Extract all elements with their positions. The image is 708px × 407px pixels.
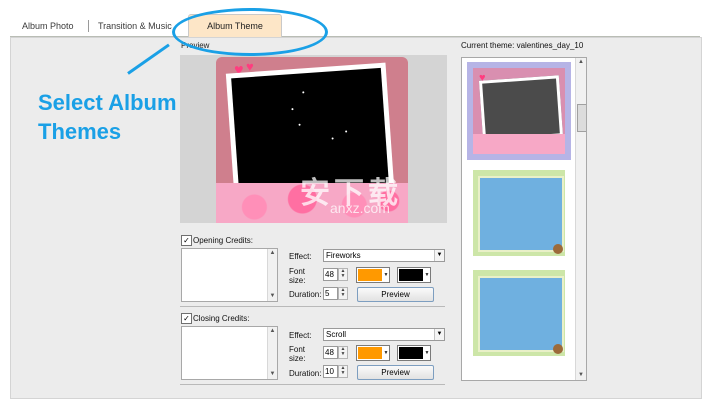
chevron-down-icon[interactable]: ▼ [383,346,389,360]
theme-preview: ♥ [473,68,565,154]
closing-text-color-picker[interactable]: ▼ [356,345,390,361]
closing-preview-button[interactable]: Preview [357,365,434,380]
closing-duration-stepper[interactable]: ▲ ▼ [338,365,348,378]
closing-duration-label: Duration: [289,369,322,378]
spark [331,137,334,140]
opening-duration-input[interactable]: 5 [323,287,338,300]
theme-thumbnail-selected[interactable]: ♥ [467,62,571,160]
closing-credits-checkbox[interactable]: ✓ [181,313,192,324]
closing-effect-value: Scroll [326,330,347,339]
opening-bg-color-picker[interactable]: ▼ [397,267,431,283]
color-swatch [358,269,382,281]
opening-font-size-stepper[interactable]: ▲ ▼ [338,268,348,281]
spark [302,91,305,94]
callout-line-2: Themes [38,119,122,144]
opening-effect-value: Fireworks [326,251,361,260]
callout-ellipse [172,8,328,56]
opening-credits-label: Opening Credits: [193,236,254,245]
scroll-down-icon[interactable]: ▼ [268,292,277,301]
closing-font-size-label: Font size: [289,345,306,363]
theme-thumbnail[interactable] [467,168,571,260]
scroll-down-icon[interactable]: ▼ [268,370,277,379]
opening-effect-label: Effect: [289,252,312,261]
section-divider [180,306,445,307]
color-swatch [399,269,423,281]
photo-placeholder [478,276,564,352]
tab-album-photo[interactable]: Album Photo [18,18,78,34]
closing-effect-select[interactable]: Scroll ▼ [323,328,445,341]
photo-placeholder [478,176,564,252]
opening-credits-scrollbar[interactable]: ▲ ▼ [267,249,277,301]
theme-preview [473,270,565,356]
opening-preview-button[interactable]: Preview [357,287,434,302]
chevron-down-icon[interactable]: ▼ [434,250,444,261]
chevron-down-icon[interactable]: ▼ [383,268,389,282]
opening-credits-checkbox[interactable]: ✓ [181,235,192,246]
spark [298,123,301,126]
chevron-down-icon[interactable]: ▼ [424,268,430,282]
snail-icon [553,344,563,354]
chevron-down-icon[interactable]: ▼ [434,329,444,340]
spark [291,108,294,111]
theme-list: ♥ ▲ ▼ [461,57,587,381]
theme-thumbnail[interactable] [467,268,571,360]
hearts-decoration [473,134,565,154]
heart-icon: ♥ [479,72,486,84]
opening-effect-select[interactable]: Fireworks ▼ [323,249,445,262]
tab-transition-music[interactable]: Transition & Music [94,18,176,34]
snail-icon [553,244,563,254]
tab-separator [88,20,89,32]
opening-duration-label: Duration: [289,290,322,299]
opening-text-color-picker[interactable]: ▼ [356,267,390,283]
current-theme-label: Current theme: valentines_day_10 [461,41,584,50]
opening-font-size-input[interactable]: 48 [323,268,338,281]
scrollbar-thumb[interactable] [577,104,586,132]
opening-duration-stepper[interactable]: ▲ ▼ [338,287,348,300]
section-divider [180,384,445,385]
theme-preview [473,170,565,256]
chevron-down-icon[interactable]: ▼ [424,346,430,360]
opening-credits-text[interactable]: ▲ ▼ [181,248,278,302]
scroll-up-icon[interactable]: ▲ [268,327,277,336]
scroll-up-icon[interactable]: ▲ [576,58,586,67]
closing-font-size-input[interactable]: 48 [323,346,338,359]
theme-list-scrollbar[interactable]: ▲ ▼ [575,58,586,380]
closing-effect-label: Effect: [289,331,312,340]
closing-credits-scrollbar[interactable]: ▲ ▼ [267,327,277,379]
scroll-down-icon[interactable]: ▼ [576,371,586,380]
tab-bar: Album Photo Transition & Music Album The… [10,14,700,37]
callout-text: Select Album Themes [38,88,188,146]
spark [345,130,348,133]
callout-line-1: Select Album [38,90,177,115]
watermark-url: anxz.com [330,200,390,216]
closing-credits-label: Closing Credits: [193,314,250,323]
closing-credits-text[interactable]: ▲ ▼ [181,326,278,380]
closing-bg-color-picker[interactable]: ▼ [397,345,431,361]
color-swatch [399,347,423,359]
scroll-up-icon[interactable]: ▲ [268,249,277,258]
color-swatch [358,347,382,359]
closing-font-size-stepper[interactable]: ▲ ▼ [338,346,348,359]
opening-font-size-label: Font size: [289,267,306,285]
photo-frame [478,75,564,142]
closing-duration-input[interactable]: 10 [323,365,338,378]
